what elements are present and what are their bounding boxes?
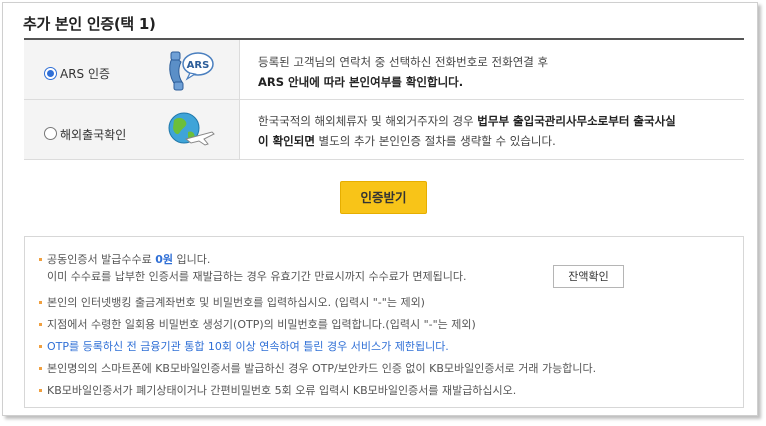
notice-fee: 공동인증서 발급수수료 0원 입니다. xyxy=(39,251,210,267)
svg-text:ARS: ARS xyxy=(187,60,210,71)
auth-option-overseas[interactable]: 해외출국확인 한국국적의 해외체류자 및 해외거주자의 경우 법무부 출입국관리… xyxy=(24,100,744,160)
ars-radio[interactable] xyxy=(44,67,57,80)
auth-option-ars[interactable]: ARS 인증 ARS 등록된 고객님의 연락처 중 선택하신 전화번호로 전화연… xyxy=(24,40,744,100)
fee-text-c: 입니다. xyxy=(172,253,211,266)
overseas-desc-line2b: 별도의 추가 본인인증 절차를 생략할 수 있습니다. xyxy=(314,134,556,148)
auth-options-table: ARS 인증 ARS 등록된 고객님의 연락처 중 선택하신 전화번호로 전화연… xyxy=(24,38,744,160)
get-certification-button[interactable]: 인증받기 xyxy=(340,181,427,214)
overseas-desc-line2a: 이 확인되면 xyxy=(258,134,315,148)
ars-desc-line2: ARS 안내에 따라 본인여부를 확인합니다. xyxy=(258,75,464,89)
overseas-description: 한국국적의 해외체류자 및 해외거주자의 경우 법무부 출입국관리사무소로부터 … xyxy=(258,111,736,151)
notice-fee-line2: 이미 수수료를 납부한 인증서를 재발급하는 경우 유효기간 만료시까지 수수료… xyxy=(47,270,467,283)
ars-description: 등록된 고객님의 연락처 중 선택하신 전화번호로 전화연결 후 ARS 안내에… xyxy=(258,52,736,92)
page-title: 추가 본인 인증(택 1) xyxy=(23,15,156,33)
notice-kb-mobile: 본인명의의 스마트폰에 KB모바일인증서를 발급하신 경우 OTP/보안카드 인… xyxy=(39,360,596,376)
notice-otp-limit: OTP를 등록하신 전 금융기관 통합 10회 이상 연속하여 틀린 경우 서비… xyxy=(39,338,449,354)
option-cell: 해외출국확인 xyxy=(24,100,240,159)
notice-box: 공동인증서 발급수수료 0원 입니다. 이미 수수료를 납부한 인증서를 재발급… xyxy=(24,236,744,408)
notice-account: 본인의 인터넷뱅킹 출금계좌번호 및 비밀번호를 입력하십시오. (입력시 "-… xyxy=(39,294,425,310)
overseas-desc-line1b: 법무부 출입국관리사무소로부터 출국사실 xyxy=(477,114,676,128)
auth-panel: 추가 본인 인증(택 1) ARS 인증 ARS 등록된 고객님의 연락처 중 … xyxy=(2,2,758,416)
overseas-option-label[interactable]: 해외출국확인 xyxy=(60,126,126,143)
ars-desc-line1: 등록된 고객님의 연락처 중 선택하신 전화번호로 전화연결 후 xyxy=(258,55,549,69)
overseas-desc-line1a: 한국국적의 해외체류자 및 해외거주자의 경우 xyxy=(258,114,478,128)
fee-amount: 0원 xyxy=(155,253,173,266)
fee-text-a: 공동인증서 발급수수료 xyxy=(47,253,156,266)
notice-kb-reissue: KB모바일인증서가 폐기상태이거나 간편비밀번호 5회 오류 입력시 KB모바일… xyxy=(39,382,516,398)
ars-option-label[interactable]: ARS 인증 xyxy=(60,65,110,82)
option-cell: ARS 인증 ARS xyxy=(24,40,240,99)
globe-airplane-icon xyxy=(164,106,216,154)
ars-phone-icon: ARS xyxy=(164,46,216,94)
balance-check-button[interactable]: 잔액확인 xyxy=(553,265,624,288)
overseas-radio[interactable] xyxy=(44,127,57,140)
notice-otp: 지점에서 수령한 일회용 비밀번호 생성기(OTP)의 비밀번호를 입력합니다.… xyxy=(39,316,476,332)
